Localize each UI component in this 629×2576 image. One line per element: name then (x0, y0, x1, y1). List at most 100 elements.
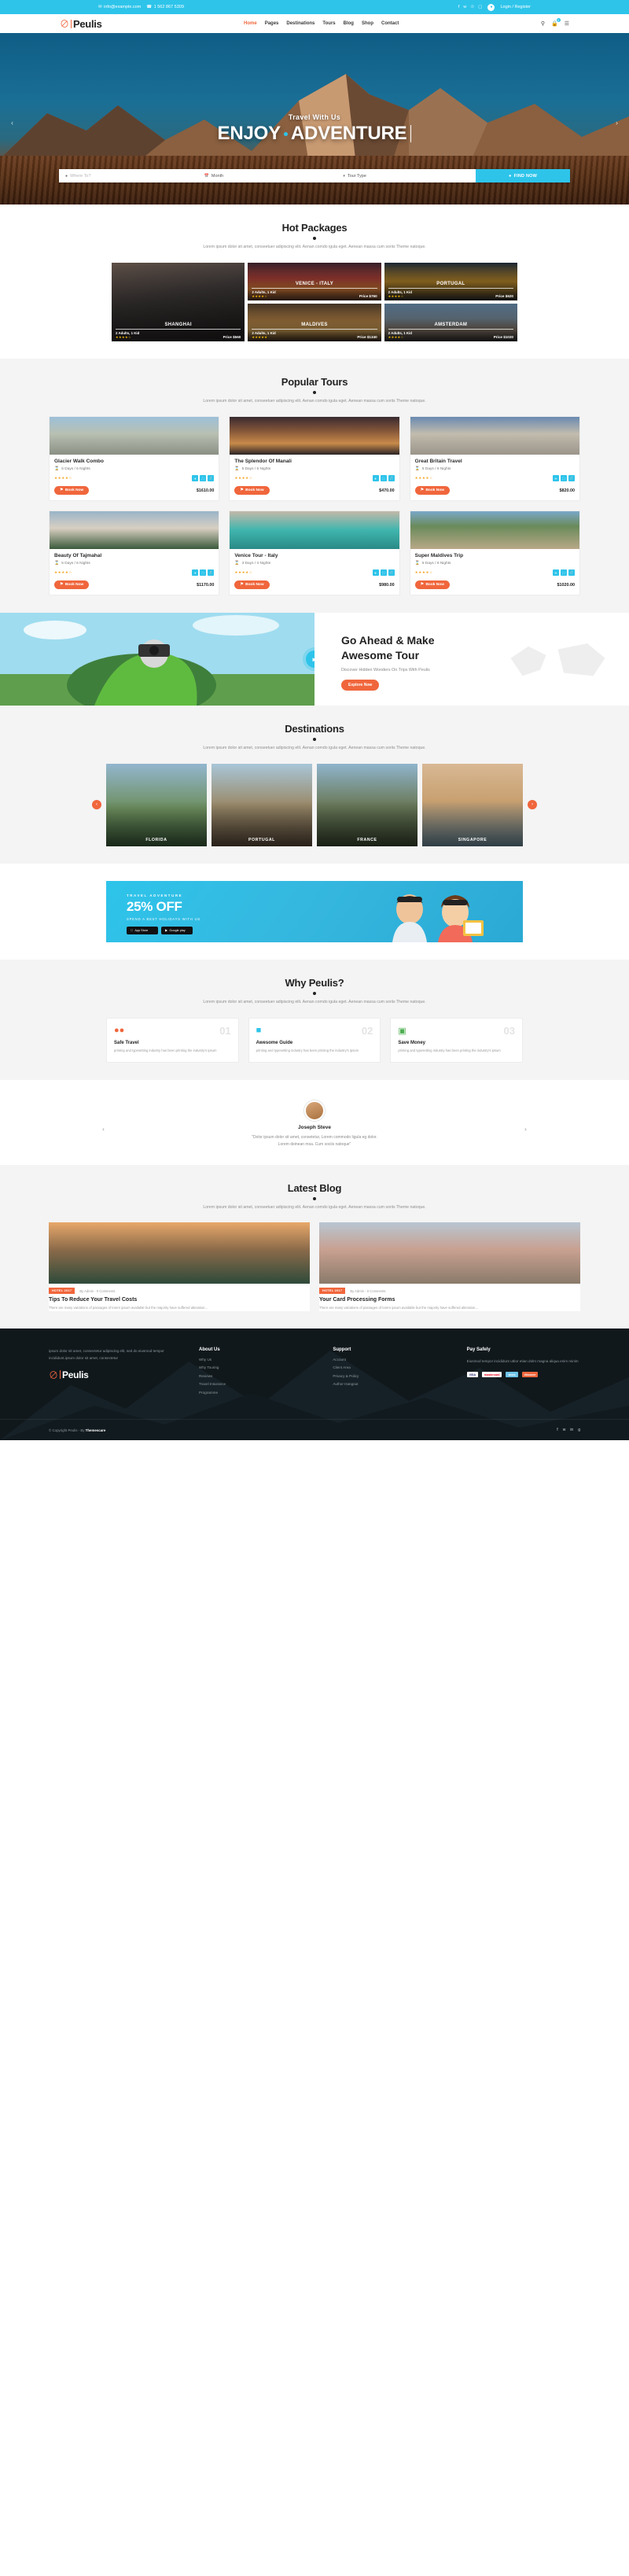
search-month-select[interactable]: 📅 Month (198, 169, 337, 182)
destination-card[interactable]: FRANCE (317, 763, 417, 846)
tour-rating-row: ★★★★☆ ✈ ⛶ 🍴 (234, 475, 395, 482)
nav-item-contact[interactable]: Contact (381, 21, 399, 26)
blog-post-title[interactable]: Your Card Processing Forms (319, 1297, 580, 1303)
footer-link[interactable]: Privacy & Policy (333, 1374, 446, 1378)
hot-package-card[interactable]: AMSTERDAM 2 Adults, 1 Kid ★★★★☆ Price $1… (384, 303, 517, 341)
nav-item-destinations[interactable]: Destinations (286, 21, 314, 26)
book-now-button[interactable]: ⚑ Book Now (54, 580, 90, 590)
twitter-icon[interactable]: w (563, 1428, 566, 1432)
tour-duration-text: 3 Days / 4 Nights (241, 561, 271, 566)
footer-link[interactable]: Programme (199, 1391, 312, 1395)
destinations-next-button[interactable]: › (528, 800, 537, 810)
footer-link[interactable]: Client Area (333, 1365, 446, 1369)
nav-item-blog[interactable]: Blog (344, 21, 354, 26)
cart-icon[interactable]: 🔒 0 (551, 18, 561, 27)
hot-package-card[interactable]: PORTUGAL 2 Adults, 1 Kid ★★★★☆ Price $62… (384, 262, 517, 300)
blog-post-title[interactable]: Tips To Reduce Your Travel Costs (49, 1297, 310, 1303)
nav-actions: ⚲ 🔒 0 ☰ (541, 18, 569, 27)
blog-post-meta: By Admin - 0 Comments (79, 1288, 116, 1293)
facebook-icon[interactable]: f (458, 5, 460, 9)
amex-icon: amex (506, 1372, 518, 1378)
nav-item-pages[interactable]: Pages (265, 21, 279, 26)
nav-wrapper: Peulis Home Pages Destinations Tours Blo… (0, 14, 629, 33)
footer-link[interactable]: Author Hangout (333, 1382, 446, 1386)
search-icon[interactable]: ⚲ (541, 20, 545, 27)
tour-footer: ⚑ Book Now $1020.00 (414, 580, 575, 590)
linkedin-icon[interactable]: in (570, 1428, 573, 1432)
tour-card[interactable]: Beauty Of Tajmahal ⌛ 5 Days / 6 Nights ★… (49, 510, 220, 596)
hot-package-card[interactable]: VENICE - ITALY 2 Adults, 1 Kid ★★★★☆ Pri… (248, 262, 381, 300)
testimonial-next-button[interactable]: › (522, 1126, 529, 1133)
testimonial-prev-button[interactable]: ‹ (100, 1126, 107, 1133)
blog-post-card[interactable]: HOTEL 2017 By Admin - 0 Comments Tips To… (49, 1222, 310, 1311)
user-icon[interactable]: ● (487, 3, 495, 11)
hot-package-card[interactable]: SHANGHAI 2 Adults, 1 Kid ★★★★☆ Price $56… (112, 262, 245, 341)
promo-banner[interactable]: TRAVEL ADVENTURE 25% OFF SPEND A BEST HO… (106, 880, 523, 942)
pinterest-icon[interactable]: ☉ (470, 5, 474, 9)
hot-package-card[interactable]: MALDIVES 2 Adults, 1 Kid ★★★★★ Price $13… (248, 303, 381, 341)
tour-card[interactable]: The Splendor Of Manali ⌛ 5 Days / 6 Nigh… (229, 416, 400, 502)
tour-card[interactable]: Venice Tour - Italy ⌛ 3 Days / 4 Nights … (229, 510, 400, 596)
book-now-button[interactable]: ⚑ Book Now (234, 486, 270, 496)
why-card-top: ■ 02 (256, 1026, 373, 1036)
book-now-button[interactable]: ⚑ Book Now (414, 486, 450, 496)
promo-people-image (392, 894, 484, 942)
login-register-link[interactable]: Login / Register (500, 5, 531, 9)
footer-pay-text: Eiusmod tempor incididunt utbor etian do… (466, 1358, 579, 1363)
destination-card[interactable]: FLORIDA (106, 763, 207, 846)
footer-link[interactable]: Account (333, 1358, 446, 1362)
find-now-button[interactable]: ● FIND NOW (476, 169, 571, 182)
footer-link[interactable]: Why Touring (199, 1365, 312, 1369)
search-tourtype-select[interactable]: ▾ Tour Type (337, 169, 476, 182)
hamburger-icon[interactable]: ☰ (565, 20, 569, 27)
twitter-icon[interactable]: w (463, 5, 466, 9)
topbar-phone[interactable]: ☎ 1 562 867 5309 (146, 5, 184, 9)
tour-body: Venice Tour - Italy ⌛ 3 Days / 4 Nights … (230, 549, 399, 595)
book-now-label: Book Now (425, 488, 444, 493)
google-icon[interactable]: g (578, 1428, 580, 1432)
testimonial-name: Joseph Steve (298, 1124, 331, 1130)
hot-package-meta: 2 Adults, 1 Kid ★★★★☆ Price $620 (388, 290, 513, 298)
book-now-button[interactable]: ⚑ Book Now (54, 486, 90, 496)
book-now-button[interactable]: ⚑ Book Now (234, 580, 270, 590)
topbar-email[interactable]: ✉ info@example.com (98, 5, 141, 9)
brand[interactable]: Peulis (60, 18, 102, 30)
hot-packages-desc: Lorem ipsum dolor sit amet, conseetuer a… (203, 245, 426, 249)
footer-link[interactable]: Reviews (199, 1374, 312, 1378)
plane-icon: ✈ (192, 569, 199, 577)
hot-package-name: MALDIVES (301, 322, 328, 327)
blog-post-card[interactable]: HOTEL 2017 By Admin - 0 Comments Your Ca… (319, 1222, 580, 1311)
phone-icon: ☎ (146, 5, 153, 9)
tour-duration-text: 5 Days / 6 Nights (241, 466, 271, 471)
tour-card[interactable]: Super Maldives Trip ⌛ 5 Days / 6 Nights … (409, 510, 580, 596)
search-where-input[interactable]: ● Where To? (59, 169, 198, 182)
promo-subtitle: SPEND A BEST HOLIDAYS WITH US (127, 916, 201, 921)
nav-item-shop[interactable]: Shop (362, 21, 373, 26)
footer-link[interactable]: Travel Insurance (199, 1382, 312, 1386)
explore-now-button[interactable]: Explore Now (341, 680, 380, 691)
instagram-icon[interactable]: ▢ (478, 5, 482, 9)
promo-store-buttons:  App Store ▶ Google play (127, 926, 200, 934)
destinations-prev-button[interactable]: ‹ (92, 800, 101, 810)
testimonial-section: ‹ Joseph Steve "Dolor ipsum dolor sit am… (0, 1080, 629, 1165)
tour-card[interactable]: Glacier Walk Combo ⌛ 5 Days / 6 Nights ★… (49, 416, 220, 502)
destination-card[interactable]: PORTUGAL (212, 763, 312, 846)
google-play-button[interactable]: ▶ Google play (161, 926, 193, 934)
nav-item-home[interactable]: Home (244, 21, 257, 26)
footer-link[interactable]: Why Us (199, 1358, 312, 1362)
hot-package-body: SHANGHAI 2 Adults, 1 Kid ★★★★☆ Price $56… (112, 320, 245, 341)
app-store-button[interactable]:  App Store (127, 926, 158, 934)
tour-card[interactable]: Great Britain Travel ⌛ 5 Days / 6 Nights… (409, 416, 580, 502)
nav-item-tours[interactable]: Tours (322, 21, 335, 26)
book-now-button[interactable]: ⚑ Book Now (414, 580, 450, 590)
tour-duration: ⌛ 3 Days / 4 Nights (234, 561, 394, 566)
goahead-section: ► Go Ahead & Make Awesome Tour Discover … (0, 613, 629, 706)
apple-icon:  (131, 929, 133, 932)
calendar-icon: 📅 (204, 173, 209, 179)
footer-brand[interactable]: Peulis (49, 1369, 178, 1380)
hot-package-name: PORTUGAL (436, 281, 465, 286)
destination-card[interactable]: SINGAPORE (422, 763, 523, 846)
hot-package-stars: ★★★★☆ (388, 334, 404, 339)
hero-prev-button[interactable]: ‹ (8, 118, 17, 127)
hero-next-button[interactable]: › (612, 118, 621, 127)
